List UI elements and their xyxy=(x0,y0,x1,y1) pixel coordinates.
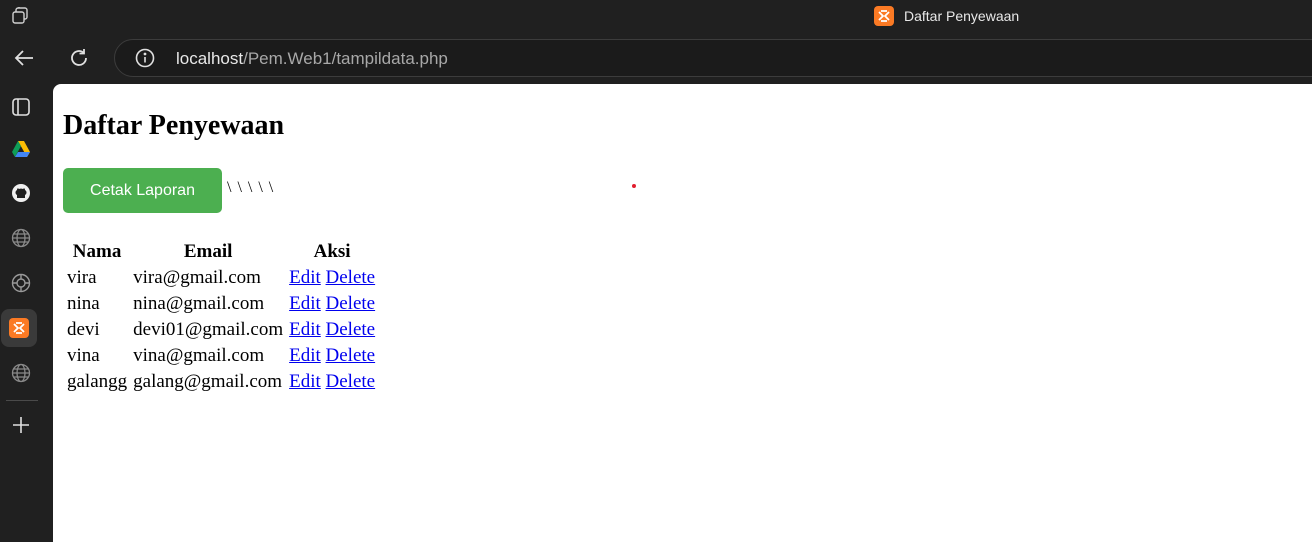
table-row: galangg galang@gmail.com Edit Delete xyxy=(65,370,377,394)
edit-link[interactable]: Edit xyxy=(289,371,321,392)
page-viewport: Daftar Penyewaan Cetak Laporan \ \ \ \ \… xyxy=(53,84,1312,542)
column-header-nama: Nama xyxy=(72,241,122,262)
vertical-tab-sidebar xyxy=(0,84,53,542)
table-row: vira vira@gmail.com Edit Delete xyxy=(65,266,377,290)
window-title: Daftar Penyewaan xyxy=(874,5,1019,27)
cell-email: vira@gmail.com xyxy=(133,267,261,288)
cell-aksi: Edit Delete xyxy=(287,266,377,290)
window-title-text: Daftar Penyewaan xyxy=(904,8,1020,24)
cell-email: galang@gmail.com xyxy=(133,371,283,392)
tab-actions-icon[interactable] xyxy=(4,90,38,124)
back-button[interactable] xyxy=(6,40,42,76)
xampp-icon xyxy=(9,318,29,338)
refresh-icon xyxy=(71,49,87,66)
back-arrow-icon xyxy=(14,50,33,66)
print-report-button[interactable]: Cetak Laporan xyxy=(63,168,222,213)
cell-email: devi01@gmail.com xyxy=(133,319,284,340)
xampp-tab-icon[interactable] xyxy=(1,309,37,347)
cell-email: nina@gmail.com xyxy=(133,293,265,314)
table-row: nina nina@gmail.com Edit Delete xyxy=(65,292,377,316)
delete-link[interactable]: Delete xyxy=(326,293,376,314)
stray-text: \ \ \ \ \ xyxy=(227,179,275,196)
url-host: localhost xyxy=(176,49,244,68)
rental-table: Nama Email Aksi vira vira@gmail.com Edit… xyxy=(63,238,379,396)
cell-aksi: Edit Delete xyxy=(287,318,377,342)
title-bar: Daftar Penyewaan xyxy=(0,0,1312,32)
edit-link[interactable]: Edit xyxy=(289,345,321,366)
delete-link[interactable]: Delete xyxy=(326,371,376,392)
cell-nama: vira xyxy=(67,267,97,288)
browser-toolbar: localhost/Pem.Web1/tampildata.php xyxy=(0,32,1312,84)
column-header-email: Email xyxy=(183,241,233,262)
globe-icon[interactable] xyxy=(4,356,38,390)
workspaces-icon[interactable] xyxy=(10,5,32,27)
sidebar-divider xyxy=(6,400,38,401)
cell-aksi: Edit Delete xyxy=(287,344,377,368)
delete-link[interactable]: Delete xyxy=(326,319,376,340)
red-dot-mark xyxy=(632,184,636,188)
edit-link[interactable]: Edit xyxy=(289,293,321,314)
url-path: /Pem.Web1/tampildata.php xyxy=(243,49,448,68)
google-drive-icon[interactable] xyxy=(4,132,38,166)
column-header-aksi: Aksi xyxy=(313,241,351,262)
cell-nama: devi xyxy=(67,319,100,340)
cell-aksi: Edit Delete xyxy=(287,370,377,394)
cell-nama: galangg xyxy=(67,371,128,392)
edit-link[interactable]: Edit xyxy=(289,267,321,288)
address-bar[interactable]: localhost/Pem.Web1/tampildata.php xyxy=(114,39,1312,77)
cell-aksi: Edit Delete xyxy=(287,292,377,316)
cell-email: vina@gmail.com xyxy=(133,345,265,366)
table-row: devi devi01@gmail.com Edit Delete xyxy=(65,318,377,342)
refresh-button[interactable] xyxy=(61,40,97,76)
xampp-icon xyxy=(874,6,894,26)
table-header-row: Nama Email Aksi xyxy=(65,240,377,264)
page-body: Daftar Penyewaan Cetak Laporan \ \ \ \ \… xyxy=(63,84,1312,542)
github-icon[interactable] xyxy=(4,176,38,210)
url-text[interactable]: localhost/Pem.Web1/tampildata.php xyxy=(176,49,448,69)
globe-icon[interactable] xyxy=(4,221,38,255)
chatgpt-icon[interactable] xyxy=(4,266,38,300)
delete-link[interactable]: Delete xyxy=(326,345,376,366)
site-info-icon[interactable] xyxy=(135,48,155,68)
edit-link[interactable]: Edit xyxy=(289,319,321,340)
table-row: vina vina@gmail.com Edit Delete xyxy=(65,344,377,368)
page-title: Daftar Penyewaan xyxy=(63,110,285,141)
add-icon[interactable] xyxy=(4,408,38,442)
cell-nama: vina xyxy=(67,345,100,366)
cell-nama: nina xyxy=(67,293,100,314)
delete-link[interactable]: Delete xyxy=(326,267,376,288)
